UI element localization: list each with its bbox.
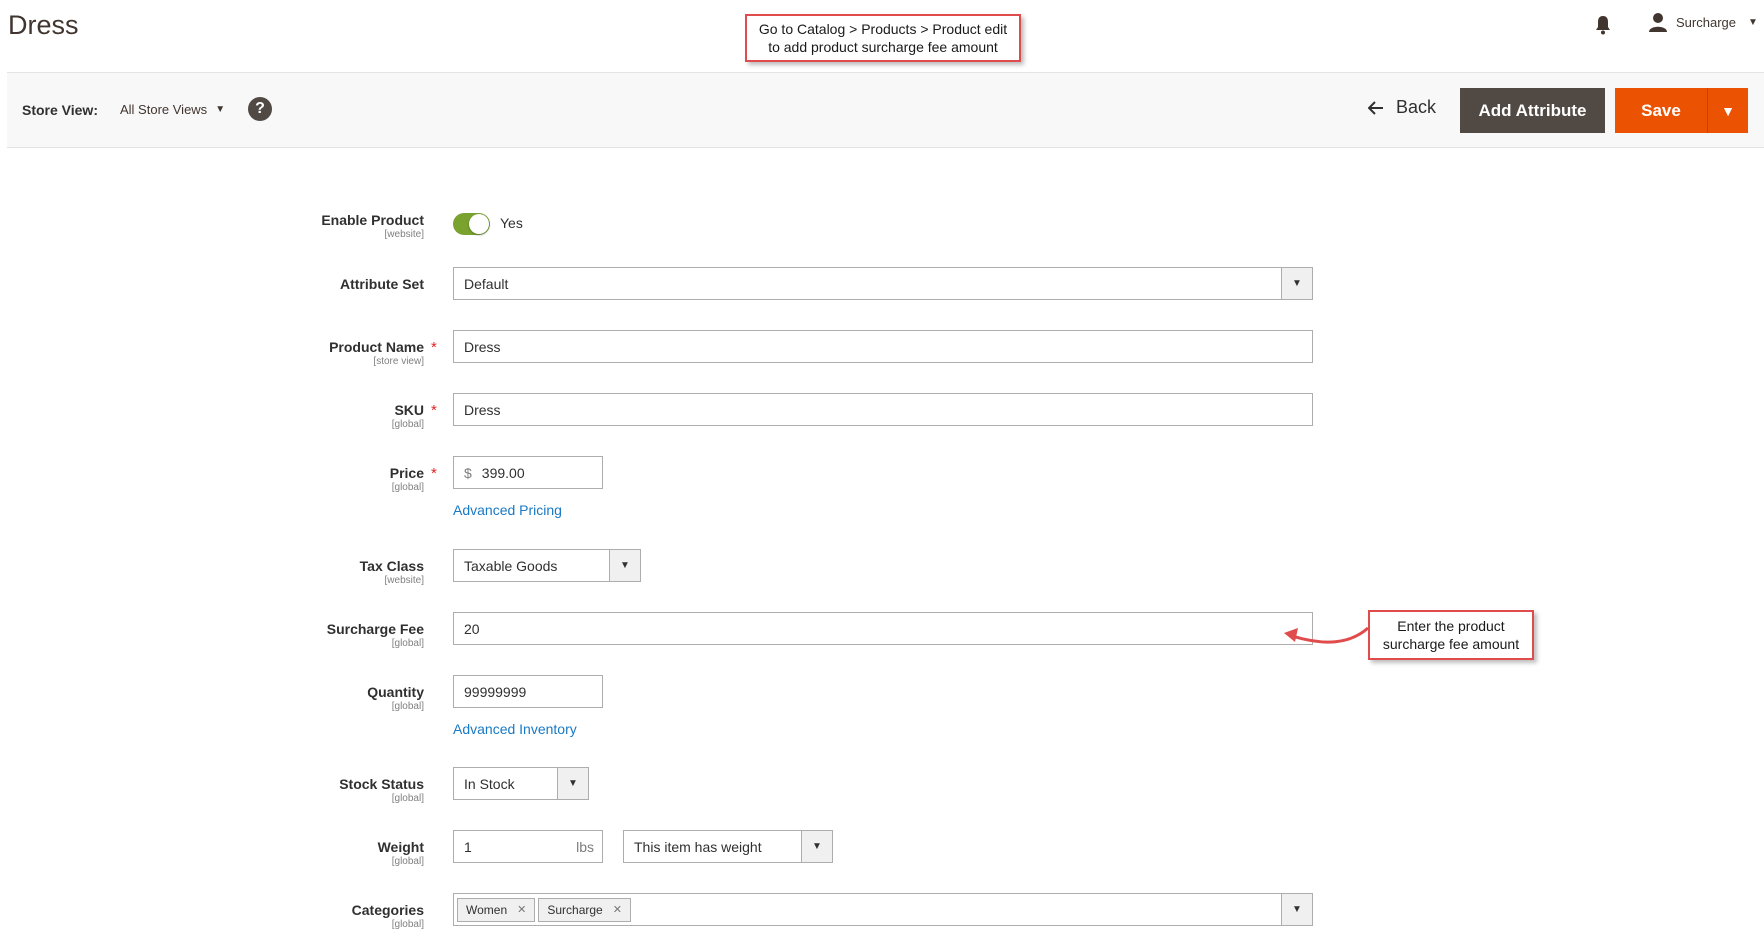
required-marker: *: [431, 465, 437, 482]
category-tag[interactable]: Women ✕: [457, 897, 536, 922]
advanced-pricing-link[interactable]: Advanced Pricing: [453, 502, 562, 518]
stock-status-label-group: Stock Status [global]: [339, 776, 424, 804]
attribute-set-label-group: Attribute Set: [340, 276, 424, 292]
tax-class-value: Taxable Goods: [464, 557, 558, 574]
advanced-inventory-link[interactable]: Advanced Inventory: [453, 721, 577, 737]
surcharge-fee-label-group: Surcharge Fee [global]: [327, 621, 424, 649]
back-button[interactable]: Back: [1368, 97, 1436, 118]
chevron-down-icon: ▼: [557, 768, 588, 799]
weight-value: 1: [464, 838, 472, 855]
chevron-down-icon: ▼: [1281, 894, 1312, 925]
instruction-callout: Go to Catalog > Products > Product edit …: [745, 14, 1021, 62]
save-options-toggle[interactable]: ▼: [1707, 88, 1748, 133]
arrow-left-icon: [1368, 100, 1383, 115]
product-name-input[interactable]: Dress: [453, 330, 1313, 363]
field-label: Weight: [377, 839, 424, 855]
callout-line-1: Go to Catalog > Products > Product edit: [758, 21, 1008, 37]
enable-product-toggle[interactable]: [453, 213, 490, 235]
sku-input[interactable]: Dress: [453, 393, 1313, 426]
save-button-group: Save ▼: [1615, 88, 1748, 133]
close-icon[interactable]: ✕: [613, 903, 622, 916]
chevron-down-icon: ▼: [801, 831, 832, 862]
weight-type-select[interactable]: This item has weight ▼: [623, 830, 833, 863]
chevron-down-icon: ▼: [609, 550, 640, 581]
tax-class-select[interactable]: Taxable Goods ▼: [453, 549, 641, 582]
add-attribute-button[interactable]: Add Attribute: [1460, 88, 1605, 133]
field-scope: [global]: [391, 419, 424, 430]
tax-class-label-group: Tax Class [website]: [360, 558, 424, 586]
price-label-group: Price [global]: [390, 465, 424, 493]
field-label: Price: [389, 465, 424, 481]
field-label: Quantity: [367, 684, 424, 700]
page-title: Dress: [8, 10, 79, 40]
user-name: Surcharge: [1676, 14, 1736, 30]
field-scope: [global]: [391, 919, 424, 930]
stock-status-select[interactable]: In Stock ▼: [453, 767, 589, 800]
weight-input[interactable]: 1 lbs: [453, 830, 603, 863]
field-label: Surcharge Fee: [326, 621, 424, 637]
enable-product-value: Yes: [500, 215, 523, 231]
store-view-label: Store View:: [22, 102, 98, 118]
page-actions-bar: Store View: All Store Views ▼ ? Back Add…: [7, 72, 1764, 148]
callout-line-2: to add product surcharge fee amount: [768, 39, 998, 55]
toggle-knob: [469, 214, 489, 234]
field-label: Stock Status: [339, 776, 424, 792]
field-scope: [website]: [384, 229, 424, 240]
user-menu[interactable]: Surcharge ▼: [1648, 12, 1758, 32]
weight-type-value: This item has weight: [634, 838, 762, 855]
sku-label-group: SKU [global]: [392, 402, 424, 430]
category-tag-label: Surcharge: [547, 902, 603, 917]
currency-symbol: $: [464, 464, 472, 481]
back-label: Back: [1396, 97, 1437, 117]
chevron-down-icon: ▼: [1281, 268, 1312, 299]
field-scope: [global]: [391, 793, 424, 804]
category-tag-label: Women: [466, 902, 508, 917]
required-marker: *: [431, 402, 437, 419]
field-label: Product Name: [329, 339, 424, 355]
required-marker: *: [431, 339, 437, 356]
field-scope: [store view]: [373, 356, 424, 367]
weight-unit: lbs: [576, 838, 594, 855]
callout-arrow-icon: [1284, 626, 1369, 644]
notification-bell-icon[interactable]: [1594, 15, 1612, 35]
surcharge-callout: Enter the product surcharge fee amount: [1368, 610, 1534, 660]
categories-select[interactable]: Women ✕ Surcharge ✕ ▼: [453, 893, 1313, 926]
attribute-set-select[interactable]: Default ▼: [453, 267, 1313, 300]
quantity-input[interactable]: 99999999: [453, 675, 603, 708]
save-button[interactable]: Save: [1615, 88, 1707, 133]
category-tag[interactable]: Surcharge ✕: [538, 897, 631, 922]
price-value: 399.00: [481, 464, 525, 481]
user-icon: [1649, 13, 1667, 32]
stock-status-value: In Stock: [464, 775, 515, 792]
attribute-set-value: Default: [464, 275, 509, 292]
field-scope: [website]: [384, 575, 424, 586]
field-label: SKU: [394, 402, 424, 418]
price-input[interactable]: $ 399.00: [453, 456, 603, 489]
chevron-down-icon: ▼: [1747, 16, 1758, 28]
callout-line-2: surcharge fee amount: [1382, 636, 1520, 652]
quantity-label-group: Quantity [global]: [367, 684, 424, 712]
enable-product-label-group: Enable Product [website]: [321, 212, 424, 240]
field-label: Attribute Set: [340, 276, 424, 292]
help-icon[interactable]: ?: [248, 97, 272, 121]
categories-label-group: Categories [global]: [352, 902, 424, 930]
chevron-down-icon: ▼: [215, 104, 226, 115]
callout-line-1: Enter the product: [1397, 618, 1505, 634]
field-label: Enable Product: [321, 212, 424, 228]
field-scope: [global]: [391, 482, 424, 493]
field-scope: [global]: [391, 701, 424, 712]
surcharge-fee-input[interactable]: 20: [453, 612, 1313, 645]
field-scope: [global]: [391, 638, 424, 649]
weight-label-group: Weight [global]: [378, 839, 424, 867]
field-scope: [global]: [391, 856, 424, 867]
store-view-value: All Store Views: [120, 102, 208, 117]
close-icon[interactable]: ✕: [517, 903, 526, 916]
field-label: Tax Class: [359, 558, 424, 574]
chevron-down-icon: ▼: [1721, 102, 1735, 119]
store-view-switcher[interactable]: All Store Views ▼: [120, 102, 225, 117]
field-label: Categories: [351, 902, 424, 918]
product-name-label-group: Product Name [store view]: [329, 339, 424, 367]
